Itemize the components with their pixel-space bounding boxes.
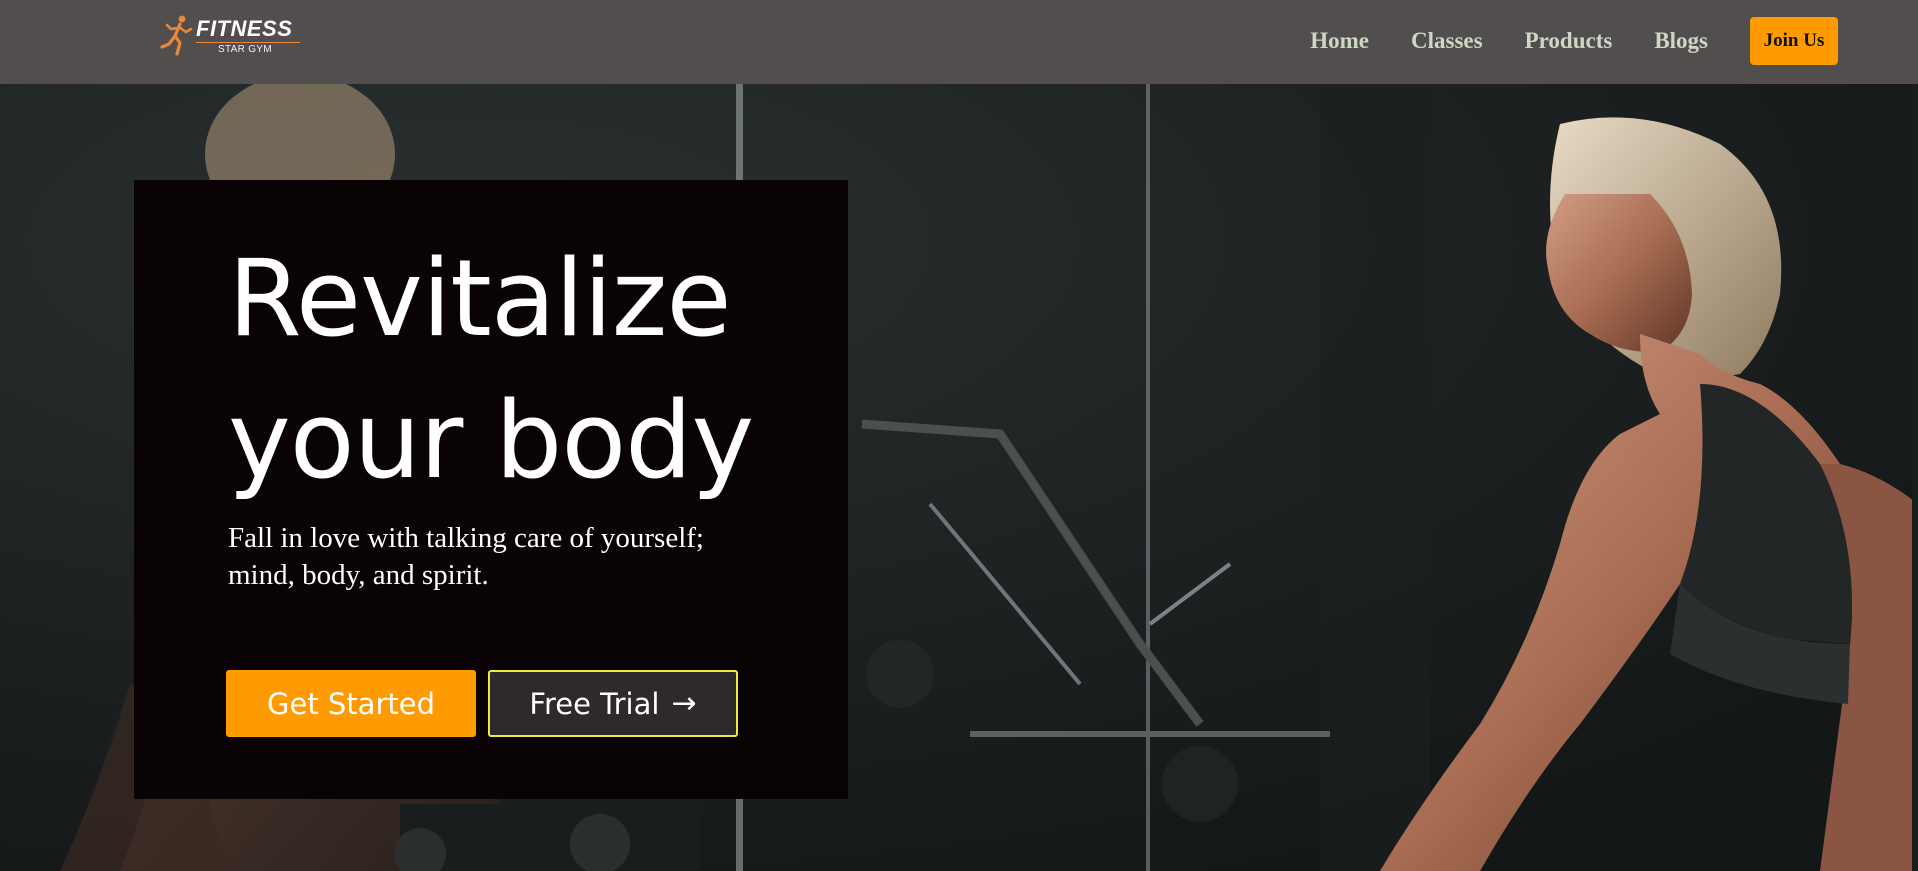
- logo-subtitle: STAR GYM: [218, 44, 272, 55]
- navbar: FITNESS STAR GYM Home Classes Products B…: [0, 0, 1918, 84]
- main-nav: Home Classes Products Blogs Join Us: [1310, 17, 1838, 65]
- hero-title-line2: your body: [228, 379, 754, 502]
- free-trial-button[interactable]: Free Trial →: [488, 670, 738, 737]
- hero-title-line1: Revitalize: [228, 237, 732, 360]
- join-us-button[interactable]: Join Us: [1750, 17, 1838, 65]
- arrow-right-icon: →: [671, 685, 697, 721]
- hero-card: Revitalize your body Fall in love with t…: [134, 180, 848, 799]
- hero-subtitle: Fall in love with talking care of yourse…: [228, 522, 704, 591]
- free-trial-label: Free Trial: [529, 686, 660, 721]
- hero-title: Revitalize your body: [228, 228, 828, 512]
- runner-icon: [160, 15, 193, 56]
- hero-section: Revitalize your body Fall in love with t…: [0, 84, 1918, 871]
- logo-title: FITNESS: [196, 16, 293, 41]
- nav-link-home[interactable]: Home: [1310, 17, 1369, 65]
- nav-link-products[interactable]: Products: [1525, 17, 1613, 65]
- logo[interactable]: FITNESS STAR GYM: [158, 14, 308, 58]
- nav-link-classes[interactable]: Classes: [1411, 17, 1483, 65]
- get-started-button[interactable]: Get Started: [226, 670, 476, 737]
- logo-underline: [196, 42, 300, 43]
- vertical-scrollbar[interactable]: [1912, 84, 1918, 871]
- nav-link-blogs[interactable]: Blogs: [1654, 17, 1708, 65]
